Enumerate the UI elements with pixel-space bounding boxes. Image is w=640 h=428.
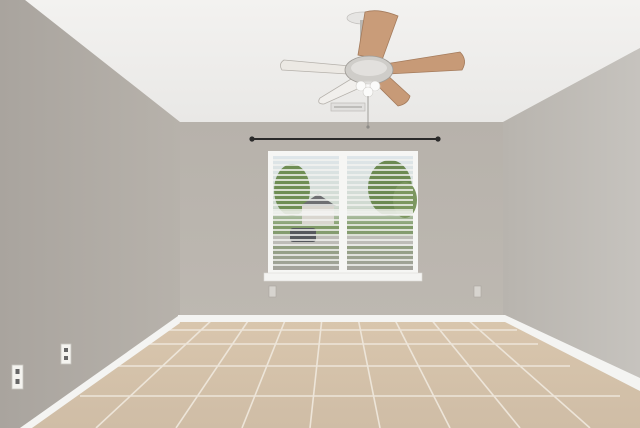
window [263, 151, 423, 282]
ceiling-vent [330, 102, 366, 112]
room-scene [0, 0, 640, 428]
outlet-back-right [473, 285, 482, 298]
baseboard-back [178, 315, 505, 322]
outlet-left-lower [11, 364, 24, 390]
window-sill [263, 272, 423, 282]
outlet-back-left [268, 285, 277, 298]
outlet-left-upper [60, 343, 72, 365]
